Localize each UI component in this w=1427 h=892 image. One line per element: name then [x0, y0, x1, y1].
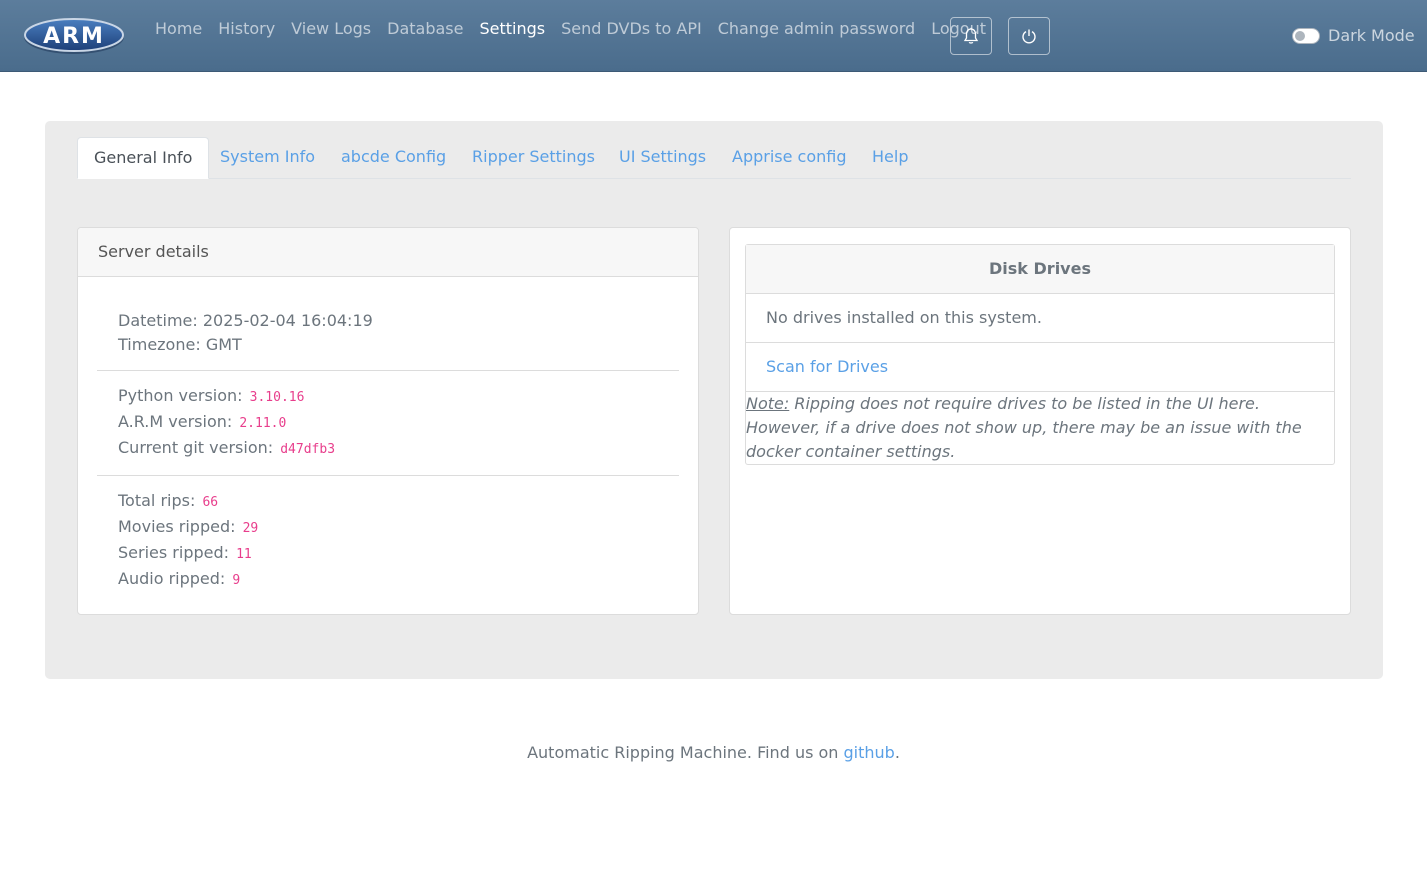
nav-change-password[interactable]: Change admin password [710, 18, 924, 40]
navbar: ARM Home History View Logs Database Sett… [0, 0, 1427, 72]
audio-ripped-row: Audio ripped: 9 [118, 567, 658, 593]
server-details-card: Server details Datetime: 2025-02-04 16:0… [77, 227, 699, 615]
drives-note: Note: Ripping does not require drives to… [746, 392, 1334, 464]
datetime-value: 2025-02-04 16:04:19 [202, 311, 373, 330]
git-version-label: Current git version: [118, 438, 274, 457]
disk-drives-title: Disk Drives [746, 245, 1334, 294]
python-version-value: 3.10.16 [249, 390, 305, 405]
power-icon [1022, 29, 1036, 44]
settings-panel: General Info System Info abcde Config Ri… [45, 121, 1383, 679]
logo-text: ARM [43, 24, 105, 49]
python-version-label: Python version: [118, 386, 243, 405]
footer-text: Automatic Ripping Machine. Find us on [527, 743, 844, 762]
python-version-row: Python version: 3.10.16 [118, 384, 658, 410]
git-version-row: Current git version: d47dfb3 [118, 436, 658, 462]
disk-drives-card: Disk Drives No drives installed on this … [729, 227, 1351, 615]
nav-database[interactable]: Database [379, 18, 471, 40]
tab-abcde-config[interactable]: abcde Config [325, 137, 462, 179]
nav-history[interactable]: History [210, 18, 283, 40]
disk-drives-list: Disk Drives No drives installed on this … [745, 244, 1335, 465]
power-button[interactable] [1008, 17, 1050, 55]
tab-system-info[interactable]: System Info [204, 137, 331, 179]
arm-version-label: A.R.M version: [118, 412, 233, 431]
dark-mode-label: Dark Mode [1328, 26, 1415, 45]
tab-apprise-config[interactable]: Apprise config [716, 137, 863, 179]
audio-ripped-value: 9 [232, 573, 241, 588]
series-ripped-value: 11 [236, 547, 252, 562]
note-text: Ripping does not require drives to be li… [746, 394, 1302, 461]
github-link[interactable]: github [844, 743, 895, 762]
note-label: Note: [746, 394, 790, 413]
tab-general-info[interactable]: General Info [77, 137, 210, 179]
nav-view-logs[interactable]: View Logs [283, 18, 379, 40]
switch-knob [1295, 31, 1305, 41]
movies-ripped-label: Movies ripped: [118, 517, 236, 536]
movies-ripped-value: 29 [242, 521, 259, 536]
dark-mode-switch[interactable] [1292, 28, 1320, 44]
bell-icon [963, 27, 979, 44]
nav-send-dvds[interactable]: Send DVDs to API [553, 18, 710, 40]
arm-logo[interactable]: ARM [22, 15, 126, 55]
total-rips-label: Total rips: [118, 491, 196, 510]
rip-stats-section: Total rips: 66 Movies ripped: 29 Series … [97, 476, 679, 593]
git-version-value: d47dfb3 [280, 442, 336, 457]
timezone-value: GMT [205, 335, 242, 354]
notifications-button[interactable] [950, 17, 992, 55]
footer-suffix: . [894, 743, 900, 762]
scan-drives-link[interactable]: Scan for Drives [746, 343, 1334, 392]
movies-ripped-row: Movies ripped: 29 [118, 515, 658, 541]
total-rips-value: 66 [202, 495, 219, 510]
tab-ripper-settings[interactable]: Ripper Settings [456, 137, 611, 179]
series-ripped-label: Series ripped: [118, 543, 230, 562]
tab-ui-settings[interactable]: UI Settings [603, 137, 722, 179]
arm-version-row: A.R.M version: 2.11.0 [118, 410, 658, 436]
arm-version-value: 2.11.0 [239, 416, 287, 431]
no-drives-message: No drives installed on this system. [746, 294, 1334, 343]
nav-home[interactable]: Home [147, 18, 210, 40]
nav-links: Home History View Logs Database Settings… [147, 18, 994, 40]
datetime-row: Datetime: 2025-02-04 16:04:19 [118, 309, 658, 333]
time-section: Datetime: 2025-02-04 16:04:19 Timezone: … [97, 277, 679, 371]
server-details-header: Server details [78, 228, 698, 277]
dark-mode-toggle[interactable]: Dark Mode [1292, 26, 1415, 46]
datetime-label: Datetime: [118, 311, 198, 330]
timezone-label: Timezone: [118, 335, 201, 354]
footer: Automatic Ripping Machine. Find us on gi… [0, 741, 1427, 765]
audio-ripped-label: Audio ripped: [118, 569, 226, 588]
timezone-row: Timezone: GMT [118, 333, 658, 357]
tab-help[interactable]: Help [856, 137, 924, 179]
nav-settings[interactable]: Settings [471, 18, 553, 40]
settings-tabs: General Info System Info abcde Config Ri… [77, 137, 1351, 179]
series-ripped-row: Series ripped: 11 [118, 541, 658, 567]
total-rips-row: Total rips: 66 [118, 489, 658, 515]
version-section: Python version: 3.10.16 A.R.M version: 2… [97, 371, 679, 476]
